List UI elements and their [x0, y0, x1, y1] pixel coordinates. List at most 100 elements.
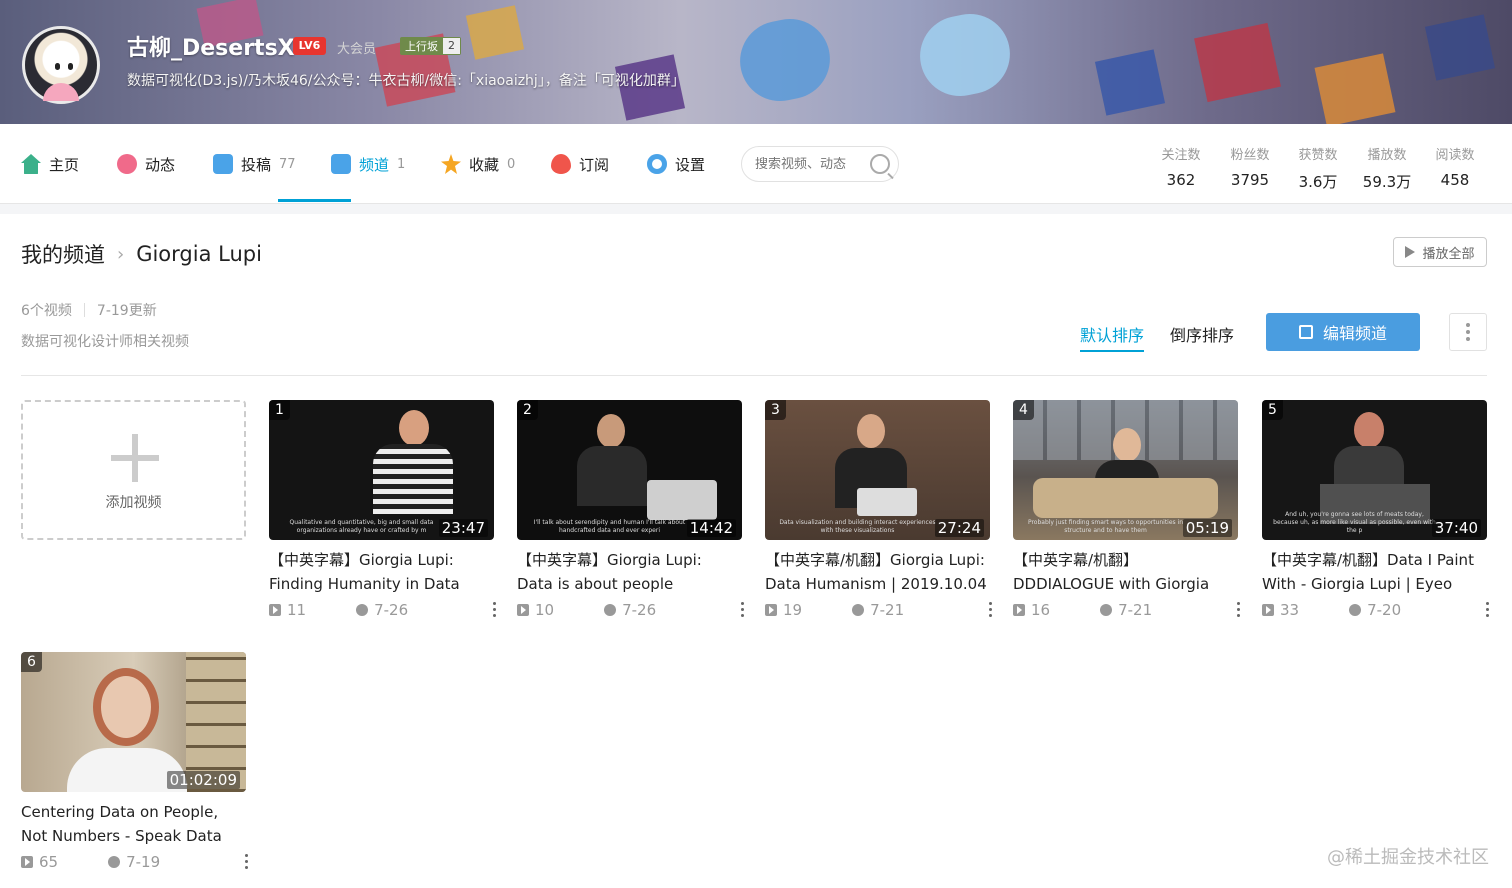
kebab-menu-icon[interactable]	[245, 854, 248, 869]
nav-upload[interactable]: 投稿 77	[213, 152, 296, 176]
video-card[interactable]: Data visualization and building interact…	[765, 400, 992, 620]
user-bio: 数据可视化(D3.js)/乃木坂46/公众号：牛衣古柳/微信:「xiaoaizh…	[127, 73, 685, 89]
nav-dynamic[interactable]: 动态	[117, 152, 175, 176]
video-title[interactable]: 【中英字幕/机翻】Data I Paint With - Giorgia Lup…	[1262, 548, 1487, 596]
nav-label: 动态	[145, 155, 176, 174]
nav-settings[interactable]: 设置	[647, 152, 705, 176]
play-count-icon	[517, 604, 529, 616]
play-count: 16	[1031, 601, 1051, 619]
video-thumbnail[interactable]: Data visualization and building interact…	[765, 400, 990, 540]
stat-value: 3.6万	[1298, 173, 1338, 191]
video-card[interactable]: Qualitative and quantitative, big and sm…	[269, 400, 496, 620]
speaker-figure	[597, 414, 625, 448]
sort-default[interactable]: 默认排序	[1080, 322, 1145, 352]
nav-favorite[interactable]: 收藏 0	[441, 152, 515, 176]
upload-icon	[213, 154, 233, 174]
search-box[interactable]	[741, 146, 899, 182]
video-card[interactable]: And uh, you're gonna see lots of meats t…	[1262, 400, 1489, 620]
video-title[interactable]: Centering Data on People, Not Numbers - …	[21, 800, 246, 848]
kebab-dot	[493, 602, 496, 605]
video-title[interactable]: 【中英字幕】Giorgia Lupi: Finding Humanity in …	[269, 548, 494, 596]
video-thumbnail[interactable]: And uh, you're gonna see lots of meats t…	[1262, 400, 1487, 540]
play-all-button[interactable]: 播放全部	[1393, 237, 1487, 267]
nav-count: 77	[279, 156, 296, 172]
video-thumbnail[interactable]: Probably just finding smart ways to oppo…	[1013, 400, 1238, 540]
nav-label: 主页	[49, 155, 80, 174]
gift-box-decoration	[465, 5, 525, 60]
kebab-dot	[245, 866, 248, 869]
kebab-dot	[1486, 608, 1489, 611]
watermark: @稀土掘金技术社区	[1327, 847, 1489, 868]
play-all-label: 播放全部	[1422, 246, 1475, 262]
kebab-menu-icon[interactable]	[741, 602, 744, 617]
play-count: 33	[1280, 601, 1300, 619]
kebab-dot	[1237, 614, 1240, 617]
video-count: 6个视频	[21, 303, 72, 319]
avatar[interactable]	[22, 26, 100, 104]
video-title[interactable]: 【中英字幕/机翻】Giorgia Lupi: Data Humanism | 2…	[765, 548, 990, 596]
kebab-dot	[493, 608, 496, 611]
kebab-menu-icon[interactable]	[1486, 602, 1489, 617]
video-info: 19 7-21	[765, 600, 992, 620]
video-index: 2	[517, 400, 538, 420]
video-title[interactable]: 【中英字幕】Giorgia Lupi: Data is about people	[517, 548, 742, 596]
video-index: 4	[1013, 400, 1034, 420]
clock-icon	[604, 604, 617, 616]
stat-label: 阅读数	[1435, 148, 1475, 163]
breadcrumb-root[interactable]: 我的频道	[21, 239, 105, 269]
video-thumbnail[interactable]: 6 01:02:09	[21, 652, 246, 792]
nav-channel[interactable]: 频道 1	[331, 152, 405, 176]
video-duration: 37:40	[1431, 519, 1481, 537]
video-thumbnail[interactable]: I'll talk about serendipity and human I'…	[517, 400, 742, 540]
gear-icon	[647, 154, 667, 174]
edit-icon	[1298, 325, 1313, 339]
speaker-figure	[1113, 428, 1141, 462]
speaker-figure	[93, 668, 159, 746]
video-date: 7-21	[1118, 601, 1153, 619]
video-card[interactable]: I'll talk about serendipity and human I'…	[517, 400, 744, 620]
video-card[interactable]: 6 01:02:09 Centering Data on People, Not…	[21, 652, 248, 872]
kebab-dot	[1486, 614, 1489, 617]
search-input[interactable]	[755, 156, 865, 172]
sort-reverse[interactable]: 倒序排序	[1170, 322, 1234, 346]
nav-count: 0	[507, 156, 516, 172]
kebab-dot	[741, 602, 744, 605]
kebab-menu-icon[interactable]	[1237, 602, 1240, 617]
nav-home[interactable]: 主页	[21, 152, 79, 176]
vip-badge[interactable]: 大会员	[337, 38, 376, 57]
kebab-dot	[741, 608, 744, 611]
video-info: 10 7-26	[517, 600, 744, 620]
gift-box-decoration	[1424, 14, 1496, 81]
stat-label: 获赞数	[1298, 148, 1338, 163]
laptop	[857, 488, 917, 516]
add-video-button[interactable]: 添加视频	[21, 400, 246, 540]
gift-box-decoration	[1194, 22, 1281, 103]
channel-description: 数据可视化设计师相关视频	[21, 334, 189, 350]
video-date: 7-26	[622, 601, 657, 619]
kebab-menu-icon[interactable]	[989, 602, 992, 617]
kebab-dot	[1486, 602, 1489, 605]
rank-badge[interactable]: 上行坂 2	[400, 37, 461, 55]
video-info: 33 7-20	[1262, 600, 1489, 620]
more-options-button[interactable]	[1449, 313, 1487, 351]
nav-subscribe[interactable]: 订阅	[551, 152, 609, 176]
video-title[interactable]: 【中英字幕/机翻】DDDIALOGUE with Giorgia Lupi, A…	[1013, 548, 1238, 596]
stat-followers[interactable]: 粉丝数 3795	[1220, 144, 1280, 189]
search-icon[interactable]	[870, 154, 890, 174]
username[interactable]: 古柳_DesertsX	[127, 30, 295, 62]
character-decoration	[732, 11, 838, 109]
video-card[interactable]: Probably just finding smart ways to oppo…	[1013, 400, 1240, 620]
video-thumbnail[interactable]: Qualitative and quantitative, big and sm…	[269, 400, 494, 540]
home-icon	[21, 154, 41, 174]
video-duration: 23:47	[438, 519, 488, 537]
rank-number: 2	[443, 38, 460, 54]
kebab-menu-icon[interactable]	[493, 602, 496, 617]
kebab-dot	[493, 614, 496, 617]
edit-channel-button[interactable]: 编辑频道	[1266, 313, 1420, 351]
stat-following[interactable]: 关注数 362	[1151, 144, 1211, 189]
gift-box-decoration	[1094, 49, 1166, 116]
play-count: 11	[287, 601, 307, 619]
stat-label: 粉丝数	[1230, 148, 1270, 163]
avatar-eye	[55, 63, 60, 70]
nav-label: 投稿	[241, 155, 272, 174]
